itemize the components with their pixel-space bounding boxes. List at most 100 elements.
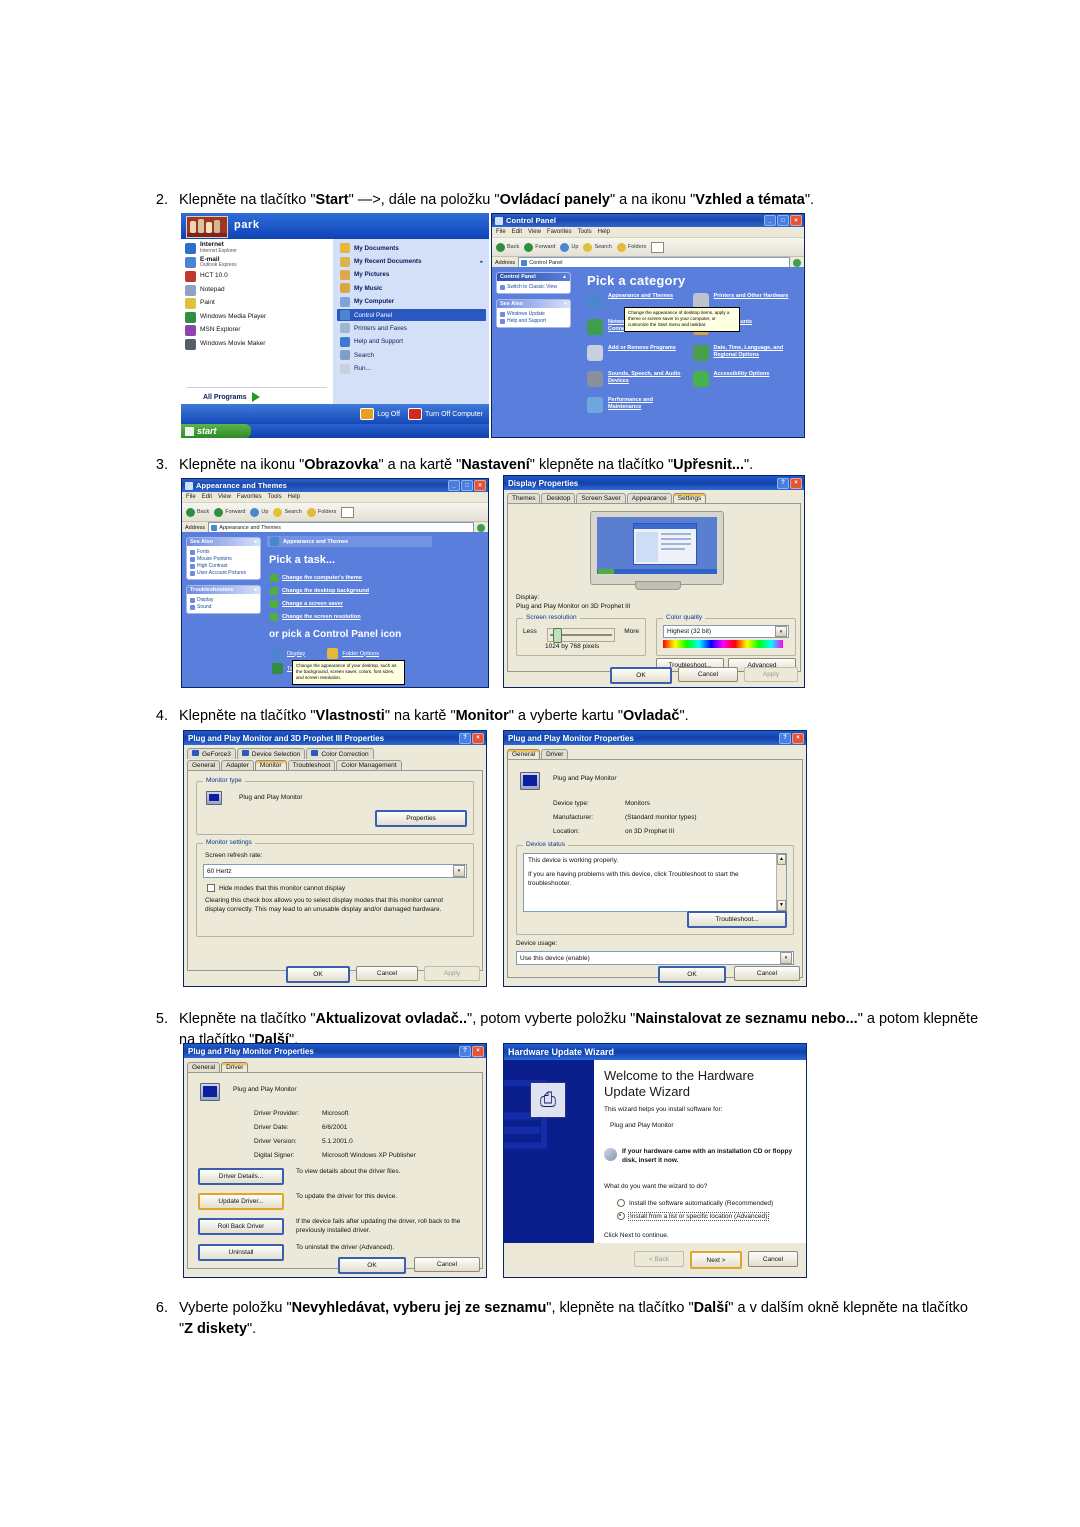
- ok-button[interactable]: OK: [286, 966, 350, 983]
- toolbar-button[interactable]: Back: [186, 507, 209, 517]
- start-menu-item[interactable]: My Pictures: [337, 269, 486, 281]
- start-menu-item[interactable]: Notepad: [185, 284, 331, 296]
- pnp-general-tabs[interactable]: General Driver: [504, 749, 806, 759]
- monitor-properties-window-buttons[interactable]: ? ×: [459, 732, 484, 744]
- collapse-icon[interactable]: ●: [254, 539, 257, 545]
- maximize-button[interactable]: □: [777, 215, 789, 226]
- pnp-general-buttons[interactable]: OK Cancel: [658, 966, 800, 983]
- tab-general[interactable]: General: [187, 760, 221, 770]
- appearance-toolbar[interactable]: Back Forward Up Search Folders: [182, 503, 488, 522]
- help-button[interactable]: ?: [779, 732, 791, 744]
- minimize-button[interactable]: _: [764, 215, 776, 226]
- properties-button[interactable]: Properties: [375, 810, 467, 827]
- help-button[interactable]: ?: [459, 732, 471, 744]
- start-menu-item[interactable]: Printers and Faxes: [337, 322, 486, 334]
- close-button[interactable]: ×: [790, 215, 802, 226]
- menu-item[interactable]: Help: [288, 494, 300, 500]
- control-panel-icon-item[interactable]: Display: [272, 648, 305, 659]
- log-off-button[interactable]: Log Off: [360, 408, 400, 420]
- start-button[interactable]: start: [181, 424, 251, 438]
- control-panel-window-buttons[interactable]: _ □ ×: [764, 215, 802, 226]
- close-button[interactable]: ×: [472, 1045, 484, 1057]
- start-menu-item[interactable]: Control Panel: [337, 308, 486, 322]
- wizard-options[interactable]: Install the software automatically (Reco…: [617, 1199, 798, 1225]
- appearance-window-buttons[interactable]: _ □ ×: [448, 480, 486, 491]
- toolbar-button[interactable]: Forward: [214, 507, 245, 517]
- collapse-icon[interactable]: ●: [564, 301, 567, 307]
- tab-appearance[interactable]: Appearance: [626, 493, 672, 503]
- menu-item[interactable]: Help: [598, 229, 610, 235]
- start-menu-item[interactable]: My Recent Documents ▸: [337, 255, 486, 267]
- sidebar-item[interactable]: Windows Update: [500, 311, 567, 317]
- wizard-option[interactable]: Install the software automatically (Reco…: [617, 1199, 798, 1207]
- scroll-down-icon[interactable]: ▼: [777, 900, 786, 911]
- troubleshoot-button[interactable]: Troubleshoot...: [687, 911, 787, 928]
- go-icon[interactable]: [793, 258, 801, 267]
- menu-item[interactable]: File: [496, 229, 506, 235]
- ok-button[interactable]: OK: [338, 1257, 406, 1274]
- close-button[interactable]: ×: [790, 477, 802, 489]
- cancel-button[interactable]: Cancel: [748, 1251, 798, 1267]
- control-panel-toolbar[interactable]: Back Forward Up Search Folders: [492, 238, 804, 257]
- ok-button[interactable]: OK: [610, 667, 672, 684]
- menu-item[interactable]: File: [186, 494, 196, 500]
- control-panel-icon-item[interactable]: Folder Options: [327, 648, 379, 659]
- category-item[interactable]: Accessibility Options: [692, 371, 793, 387]
- driver-action-button[interactable]: Uninstall: [198, 1243, 284, 1261]
- close-button[interactable]: ×: [792, 732, 804, 744]
- tab-screen-saver[interactable]: Screen Saver: [576, 493, 626, 503]
- menu-item[interactable]: Favorites: [237, 494, 262, 500]
- wizard-option[interactable]: Install from a list or specific location…: [617, 1211, 798, 1221]
- collapse-icon[interactable]: ▲: [562, 274, 567, 280]
- monitor-properties-buttons[interactable]: OK Cancel Apply: [286, 966, 480, 983]
- start-menu-item[interactable]: HCT 10.0: [185, 271, 331, 283]
- start-menu-item[interactable]: E-mail Outlook Express: [185, 256, 331, 269]
- menu-item[interactable]: View: [218, 494, 231, 500]
- tab-driver[interactable]: Driver: [221, 1062, 249, 1072]
- radio-icon[interactable]: [617, 1199, 625, 1207]
- sidebar-item-switch-classic[interactable]: Switch to Classic View: [500, 284, 567, 290]
- tab-geforce3[interactable]: GeForce3: [187, 748, 236, 759]
- minimize-button[interactable]: _: [448, 480, 460, 491]
- tab-color-management[interactable]: Color Management: [336, 760, 402, 770]
- start-menu-item[interactable]: Search: [337, 349, 486, 361]
- menu-item[interactable]: Favorites: [547, 229, 572, 235]
- cancel-button[interactable]: Cancel: [678, 667, 738, 682]
- radio-icon[interactable]: [617, 1212, 625, 1220]
- start-menu-item[interactable]: My Music: [337, 282, 486, 294]
- start-menu-item[interactable]: Paint: [185, 298, 331, 310]
- hide-modes-checkbox[interactable]: Hide modes that this monitor cannot disp…: [207, 884, 345, 892]
- start-menu-item[interactable]: MSN Explorer: [185, 325, 331, 337]
- toolbar-button[interactable]: Back: [496, 242, 519, 252]
- pnp-driver-buttons[interactable]: OK Cancel: [338, 1257, 480, 1274]
- toolbar-button[interactable]: Up: [560, 242, 578, 252]
- tab-themes[interactable]: Themes: [507, 493, 541, 503]
- toolbar-button[interactable]: Search: [273, 507, 302, 517]
- start-menu-item[interactable]: Windows Movie Maker: [185, 338, 331, 350]
- close-button[interactable]: ×: [472, 732, 484, 744]
- display-properties-buttons[interactable]: OK Cancel Apply: [610, 667, 798, 684]
- tab-device-selection[interactable]: Device Selection: [236, 748, 306, 759]
- sidebar-item[interactable]: Help and Support: [500, 318, 567, 324]
- chevron-down-icon[interactable]: ▾: [780, 952, 792, 964]
- resolution-slider-thumb[interactable]: [553, 628, 562, 643]
- category-item[interactable]: Add or Remove Programs: [587, 345, 687, 361]
- start-menu-item[interactable]: My Documents: [337, 242, 486, 254]
- tab-adapter[interactable]: Adapter: [221, 760, 254, 770]
- views-icon[interactable]: [651, 241, 665, 253]
- menu-item[interactable]: View: [528, 229, 541, 235]
- tab-driver[interactable]: Driver: [541, 749, 569, 759]
- control-panel-menubar[interactable]: File Edit View Favorites Tools Help: [492, 227, 804, 238]
- tab-desktop[interactable]: Desktop: [541, 493, 576, 503]
- resolution-slider[interactable]: [547, 628, 615, 643]
- go-icon[interactable]: [477, 523, 485, 532]
- tab-general[interactable]: General: [507, 749, 541, 759]
- collapse-icon[interactable]: ●: [254, 587, 257, 593]
- sidebar-item[interactable]: User Account Pictures: [190, 570, 257, 576]
- chevron-down-icon[interactable]: ▾: [453, 865, 465, 877]
- start-menu-item[interactable]: Internet Internet Explorer: [185, 241, 331, 254]
- scroll-up-icon[interactable]: ▲: [777, 854, 786, 865]
- checkbox-icon[interactable]: [207, 884, 215, 892]
- monitor-properties-tabs-row2[interactable]: General Adapter Monitor Troubleshoot Color M…: [184, 760, 486, 770]
- display-properties-tabs[interactable]: Themes Desktop Screen Saver Appearance Setti…: [504, 493, 804, 503]
